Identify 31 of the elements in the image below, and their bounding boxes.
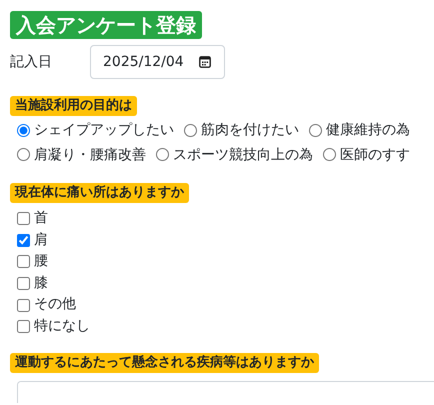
checkbox[interactable] <box>17 320 30 334</box>
question-label: 当施設利用の目的は <box>10 96 137 116</box>
radio-button[interactable] <box>323 148 336 161</box>
checkbox[interactable] <box>17 255 30 268</box>
option-label: 特になし <box>34 316 90 336</box>
option-label: 筋肉を付けたい <box>201 121 299 140</box>
option-label: 腰 <box>34 252 48 272</box>
radio-button[interactable] <box>17 148 30 161</box>
calendar-icon[interactable] <box>199 56 211 68</box>
option-label: 医師のすす <box>340 146 410 164</box>
question-label: 現在体に痛い所はありますか <box>10 183 189 203</box>
checkbox[interactable] <box>17 277 30 290</box>
option-label: シェイプアップしたい <box>34 121 174 140</box>
option-label: スポーツ競技向上の為 <box>173 146 313 164</box>
option-label: 膝 <box>34 274 48 293</box>
checkbox[interactable] <box>17 298 30 312</box>
radio-button[interactable] <box>156 148 169 161</box>
checkbox[interactable] <box>17 234 30 247</box>
option-label: 肩 <box>34 230 48 250</box>
field-label: 記入日 <box>10 52 53 72</box>
radio-button[interactable] <box>309 124 322 136</box>
radio-button[interactable] <box>184 124 197 136</box>
date-field[interactable]: 2025/12/04 <box>90 45 225 79</box>
question-label: 運動するにあたって懸念される疾病等はありますか <box>10 352 319 373</box>
option-label: 首 <box>34 209 48 228</box>
radio-button[interactable] <box>17 124 30 136</box>
checkbox[interactable] <box>17 212 30 226</box>
option-label: その他 <box>34 295 76 314</box>
page-title: 入会アンケート登録 <box>10 11 202 39</box>
option-label: 肩凝り・腰痛改善 <box>34 146 146 164</box>
option-label: 健康維持の為 <box>326 121 410 140</box>
